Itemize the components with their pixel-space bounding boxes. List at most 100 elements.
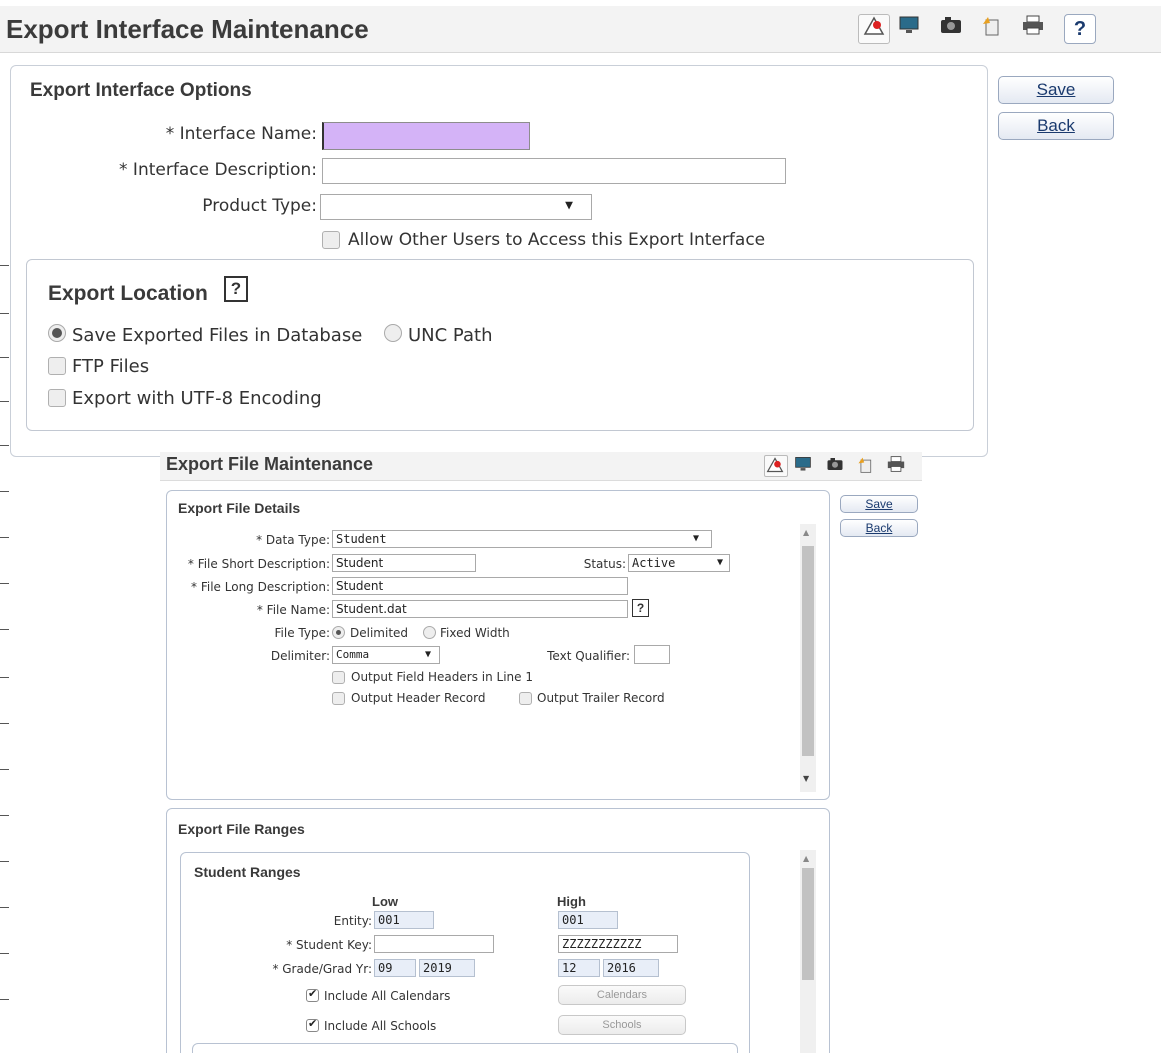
back-button[interactable]: Back <box>840 519 918 537</box>
file-details-title: Export File Details <box>178 500 301 516</box>
interface-name-label: * Interface Name: <box>165 124 317 144</box>
interface-name-input[interactable] <box>322 122 530 150</box>
unc-path-radio[interactable] <box>384 324 402 342</box>
scrollbar-thumb[interactable] <box>802 868 814 980</box>
edge-tick <box>0 677 9 678</box>
file-name-input[interactable]: Student.dat <box>332 600 628 618</box>
long-description-input[interactable]: Student <box>332 577 628 595</box>
edge-tick <box>0 907 9 908</box>
edge-tick <box>0 953 9 954</box>
help-icon[interactable]: ? <box>224 276 248 302</box>
delimited-label: Delimited <box>350 626 409 640</box>
entity-high-input: 001 <box>558 911 618 929</box>
short-description-input[interactable]: Student <box>332 554 476 572</box>
print-icon[interactable] <box>886 455 906 477</box>
unc-path-label: UNC Path <box>408 325 493 346</box>
edge-tick <box>0 629 9 630</box>
entity-label: Entity: <box>333 914 372 928</box>
status-label: Status: <box>583 557 626 571</box>
field-headers-checkbox[interactable] <box>332 671 345 684</box>
chevron-down-icon: ▼ <box>565 198 573 213</box>
grad-yr-high-input[interactable]: 2016 <box>603 959 659 977</box>
outer-window: Export Interface Maintenance ? Export In… <box>0 0 1161 457</box>
document-icon[interactable] <box>856 455 874 479</box>
student-key-low-input[interactable] <box>374 935 494 953</box>
document-icon[interactable] <box>976 14 1006 42</box>
header-record-checkbox[interactable] <box>332 692 345 705</box>
short-description-label: * File Short Description: <box>187 557 330 571</box>
scrollbar-thumb[interactable] <box>802 546 814 756</box>
delimited-radio[interactable] <box>332 626 345 639</box>
edge-tick <box>0 769 9 770</box>
save-in-database-radio[interactable] <box>48 324 66 342</box>
camera-icon[interactable] <box>936 14 966 42</box>
edge-tick <box>0 537 9 538</box>
edge-tick <box>0 583 9 584</box>
scroll-up-icon[interactable]: ▲ <box>803 528 809 537</box>
student-key-high-input[interactable]: ZZZZZZZZZZZ <box>558 935 678 953</box>
text-qualifier-label: Text Qualifier: <box>547 649 630 663</box>
fixed-width-radio[interactable] <box>423 626 436 639</box>
calendars-button[interactable]: Calendars <box>558 985 686 1005</box>
edge-tick <box>0 815 9 816</box>
details-scrollbar[interactable]: ▲ ▼ <box>800 524 816 792</box>
delimiter-select[interactable]: Comma ▼ <box>332 646 440 664</box>
product-type-select[interactable]: ▼ <box>320 194 592 220</box>
camera-icon[interactable] <box>826 455 844 477</box>
interface-description-label: * Interface Description: <box>119 160 317 180</box>
interface-description-input[interactable] <box>322 158 786 184</box>
ftp-files-label: FTP Files <box>72 356 150 377</box>
options-title: Export Interface Options <box>30 80 252 101</box>
scroll-down-icon[interactable]: ▼ <box>803 774 809 783</box>
include-schools-label: Include All Schools <box>324 1019 437 1033</box>
allow-access-checkbox[interactable] <box>322 231 340 249</box>
help-icon[interactable]: ? <box>632 599 649 617</box>
include-schools-checkbox[interactable] <box>306 1017 319 1032</box>
grad-yr-low-input[interactable]: 2019 <box>419 959 475 977</box>
ftp-files-checkbox[interactable] <box>48 357 66 375</box>
include-calendars-label: Include All Calendars <box>324 989 451 1003</box>
field-headers-label: Output Field Headers in Line 1 <box>351 670 533 684</box>
product-type-label: Product Type: <box>202 196 317 216</box>
trailer-record-checkbox[interactable] <box>519 692 532 705</box>
help-icon[interactable]: ? <box>1064 14 1096 44</box>
include-calendars-checkbox[interactable] <box>306 987 319 1002</box>
alert-icon[interactable] <box>764 455 788 477</box>
save-in-database-label: Save Exported Files in Database <box>72 325 363 346</box>
edge-tick <box>0 401 9 402</box>
ranges-scrollbar[interactable]: ▲ <box>800 850 816 1053</box>
text-qualifier-input[interactable] <box>634 645 670 664</box>
edge-tick <box>0 723 9 724</box>
chevron-down-icon: ▼ <box>424 649 431 660</box>
utf8-encoding-checkbox[interactable] <box>48 389 66 407</box>
save-button[interactable]: Save <box>998 76 1114 104</box>
status-select[interactable]: Active ▼ <box>628 554 730 572</box>
trailer-record-label: Output Trailer Record <box>537 691 665 705</box>
grade-grad-yr-label: * Grade/Grad Yr: <box>272 962 372 976</box>
long-description-label: * File Long Description: <box>191 580 330 594</box>
back-button[interactable]: Back <box>998 112 1114 140</box>
fixed-width-label: Fixed Width <box>440 626 510 640</box>
grade-low-input[interactable]: 09 <box>374 959 416 977</box>
monitor-icon[interactable] <box>794 455 812 477</box>
data-type-select[interactable]: Student ▼ <box>332 530 712 548</box>
nested-panel-edge <box>192 1043 738 1053</box>
student-ranges-title: Student Ranges <box>194 864 301 880</box>
delimiter-label: Delimiter: <box>270 649 330 663</box>
edge-tick <box>0 999 9 1000</box>
scroll-up-icon[interactable]: ▲ <box>803 854 809 863</box>
outer-toolbar: ? <box>858 14 1158 46</box>
data-type-value: Student <box>336 532 387 546</box>
page-title: Export Interface Maintenance <box>6 14 369 44</box>
monitor-icon[interactable] <box>894 14 924 42</box>
file-name-label: * File Name: <box>256 603 330 617</box>
inner-page-title: Export File Maintenance <box>166 454 374 474</box>
print-icon[interactable] <box>1018 14 1048 42</box>
utf8-encoding-label: Export with UTF-8 Encoding <box>72 388 322 409</box>
schools-button[interactable]: Schools <box>558 1015 686 1035</box>
student-key-label: * Student Key: <box>286 938 372 952</box>
alert-icon[interactable] <box>858 14 890 44</box>
grade-high-input[interactable]: 12 <box>558 959 600 977</box>
save-button[interactable]: Save <box>840 495 918 513</box>
export-location-title: Export Location <box>48 282 208 305</box>
